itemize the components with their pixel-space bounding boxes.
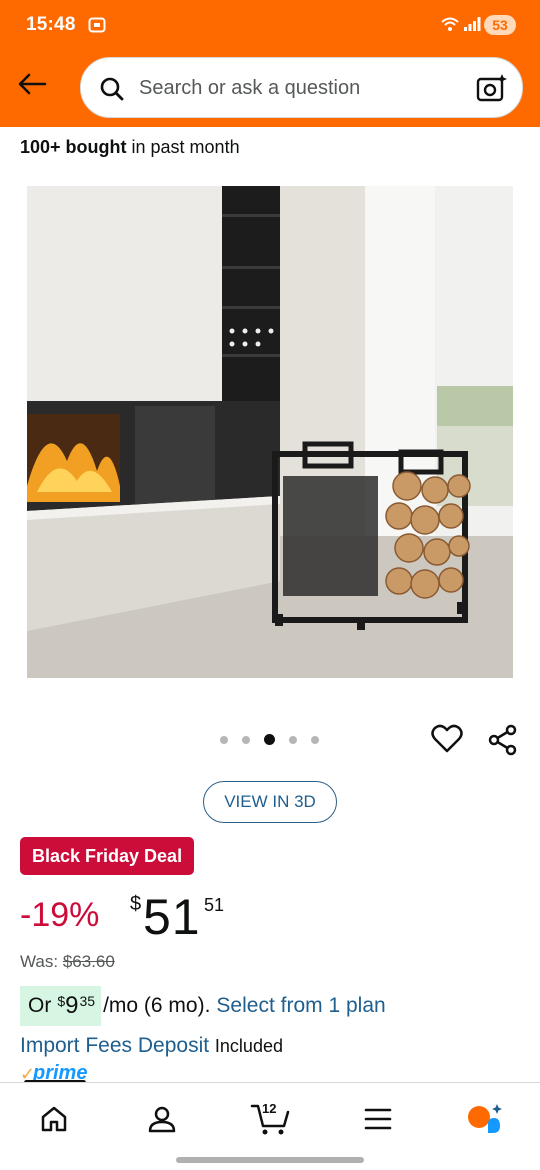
wifi-icon (440, 16, 460, 37)
carousel-indicator[interactable] (220, 734, 319, 745)
import-fees: Import Fees Deposit Included (20, 1034, 283, 1058)
bought-in-past-month: 100+ bought in past month (20, 137, 240, 158)
import-fees-link[interactable]: Import Fees Deposit (20, 1034, 209, 1057)
search-bar[interactable] (80, 57, 523, 118)
nav-home[interactable] (34, 1099, 74, 1139)
carousel-dot-active[interactable] (264, 734, 275, 745)
nav-menu[interactable] (358, 1099, 398, 1139)
status-time: 15:48 (26, 14, 76, 35)
was-value: $63.60 (62, 952, 115, 971)
installment-highlight: Or $ 9 35 (20, 986, 102, 1026)
product-photo (27, 186, 513, 678)
price-fraction: 51 (204, 895, 225, 915)
cart-count: 12 (262, 1101, 277, 1116)
menu-icon (364, 1108, 392, 1130)
battery-indicator: 53 (484, 15, 516, 35)
installment-term: /mo (6 mo). (103, 994, 211, 1017)
installment-prefix: Or (28, 994, 52, 1017)
was-label: Was: (20, 952, 63, 971)
product-image[interactable] (27, 186, 513, 678)
ai-assistant-icon (468, 1104, 502, 1133)
bought-period: in past month (126, 137, 240, 157)
back-button[interactable] (14, 66, 50, 102)
carousel-dot[interactable] (289, 735, 297, 744)
carousel-dot[interactable] (220, 735, 228, 744)
nav-ai-assistant[interactable] (466, 1099, 506, 1139)
search-icon (99, 76, 125, 107)
prime-logo: ✓ prime (20, 1062, 100, 1084)
heart-icon[interactable] (431, 724, 463, 759)
import-fees-status: Included (214, 1036, 283, 1056)
bought-count: 100+ bought (20, 137, 127, 157)
share-icon[interactable] (487, 724, 519, 761)
home-indicator[interactable] (176, 1157, 364, 1163)
view-in-3d-button[interactable]: VIEW IN 3D (203, 781, 337, 823)
was-price: Was: $63.60 (20, 952, 115, 972)
nav-account[interactable] (142, 1099, 182, 1139)
monthly-payment: Or $ 9 35 /mo (6 mo). Select from 1 plan (20, 986, 386, 1026)
select-plan-link[interactable]: Select from 1 plan (216, 994, 385, 1018)
back-arrow-icon (18, 73, 47, 95)
screen-record-icon (88, 16, 106, 34)
account-icon (148, 1106, 176, 1133)
status-bar: 15:48 53 (0, 0, 540, 52)
price-currency: $ (130, 893, 142, 915)
signal-icon (463, 16, 481, 37)
installment-fraction: 35 (79, 993, 96, 1009)
search-input[interactable] (139, 72, 469, 104)
discount-percent: -19% (20, 896, 100, 934)
installment-whole: 9 (65, 992, 79, 1019)
carousel-dot[interactable] (311, 735, 319, 744)
camera-search-icon[interactable] (476, 73, 508, 108)
price-whole: 51 (143, 889, 201, 945)
installment-currency: $ (57, 993, 66, 1009)
header-bar: 15:48 53 (0, 0, 540, 127)
carousel-dot[interactable] (242, 735, 250, 744)
home-icon (41, 1106, 67, 1132)
nav-cart[interactable]: 12 (248, 1099, 292, 1139)
deal-badge: Black Friday Deal (20, 837, 195, 875)
